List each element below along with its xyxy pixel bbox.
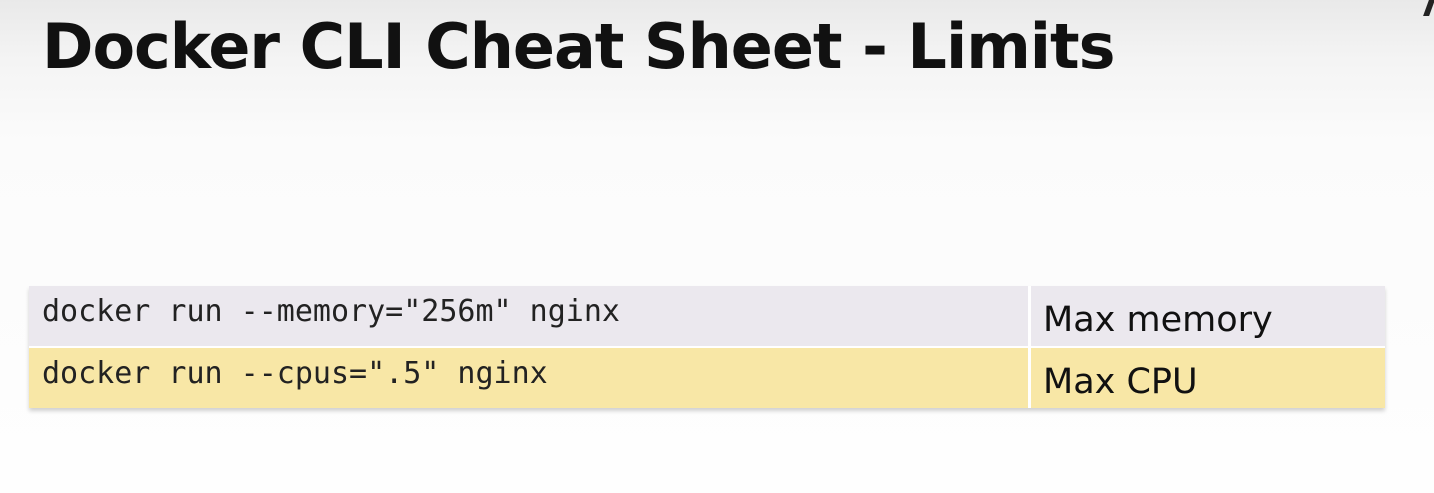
description-cell: Max memory (1043, 300, 1273, 340)
description-cell: Max CPU (1043, 362, 1198, 402)
command-cell: docker run --memory="256m" nginx (29, 286, 1031, 347)
command-cell: docker run --cpus=".5" nginx (29, 347, 1031, 408)
cheat-sheet-table: docker run --memory="256m" nginx Max mem… (29, 286, 1385, 408)
table-row: docker run --memory="256m" nginx Max mem… (29, 286, 1385, 347)
corner-mark (1423, 0, 1434, 16)
slide-title: Docker CLI Cheat Sheet - Limits (42, 10, 1116, 83)
table-row: docker run --cpus=".5" nginx Max CPU (29, 347, 1385, 408)
